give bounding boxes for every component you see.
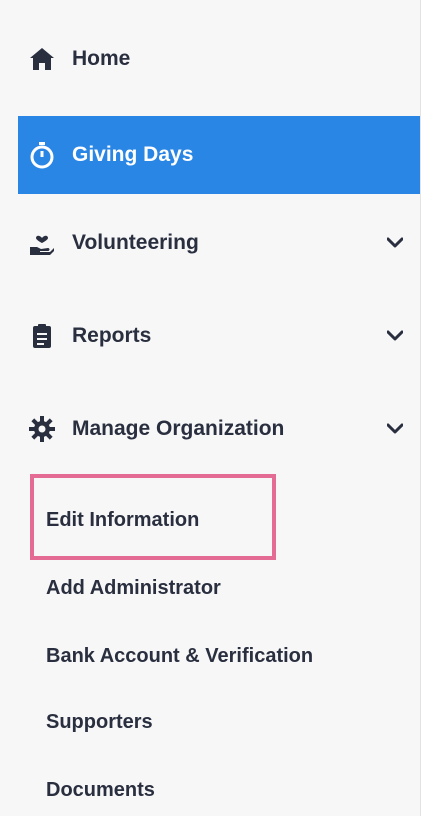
- submenu-item-edit-information[interactable]: Edit Information: [46, 500, 199, 540]
- submenu-item-label: Supporters: [46, 710, 153, 733]
- submenu-item-label: Documents: [46, 778, 155, 801]
- sidebar-item-label: Home: [72, 47, 131, 70]
- submenu-item-add-administrator[interactable]: Add Administrator: [46, 568, 221, 608]
- sidebar-item-giving-days[interactable]: Giving Days: [18, 116, 420, 194]
- submenu-item-label: Edit Information: [46, 508, 200, 531]
- hand-heart-icon: [28, 229, 56, 257]
- sidebar-top-strip: [0, 0, 420, 10]
- submenu-item-documents[interactable]: Documents: [46, 770, 155, 810]
- sidebar-item-label: Reports: [72, 324, 152, 347]
- stopwatch-icon: [28, 141, 56, 169]
- clipboard-icon: [28, 322, 56, 350]
- sidebar-item-home[interactable]: Home: [18, 20, 420, 98]
- chevron-down-icon[interactable]: [386, 327, 404, 345]
- sidebar-nav: Home Giving Days Volunteering Reports Ma…: [0, 0, 421, 816]
- gear-icon: [28, 415, 56, 443]
- submenu-item-label: Bank Account & Verification: [46, 644, 314, 667]
- sidebar-item-manage-organization[interactable]: Manage Organization: [18, 390, 420, 468]
- submenu-item-supporters[interactable]: Supporters: [46, 702, 153, 742]
- sidebar-item-volunteering[interactable]: Volunteering: [18, 204, 420, 282]
- sidebar-item-label: Manage Organization: [72, 417, 285, 440]
- sidebar-item-label: Giving Days: [72, 143, 194, 166]
- chevron-down-icon[interactable]: [386, 234, 404, 252]
- home-icon: [28, 45, 56, 73]
- submenu-item-label: Add Administrator: [46, 576, 221, 599]
- chevron-down-icon[interactable]: [386, 420, 404, 438]
- sidebar-item-reports[interactable]: Reports: [18, 297, 420, 375]
- submenu-item-bank-account[interactable]: Bank Account & Verification: [46, 636, 313, 676]
- sidebar-item-label: Volunteering: [72, 231, 199, 254]
